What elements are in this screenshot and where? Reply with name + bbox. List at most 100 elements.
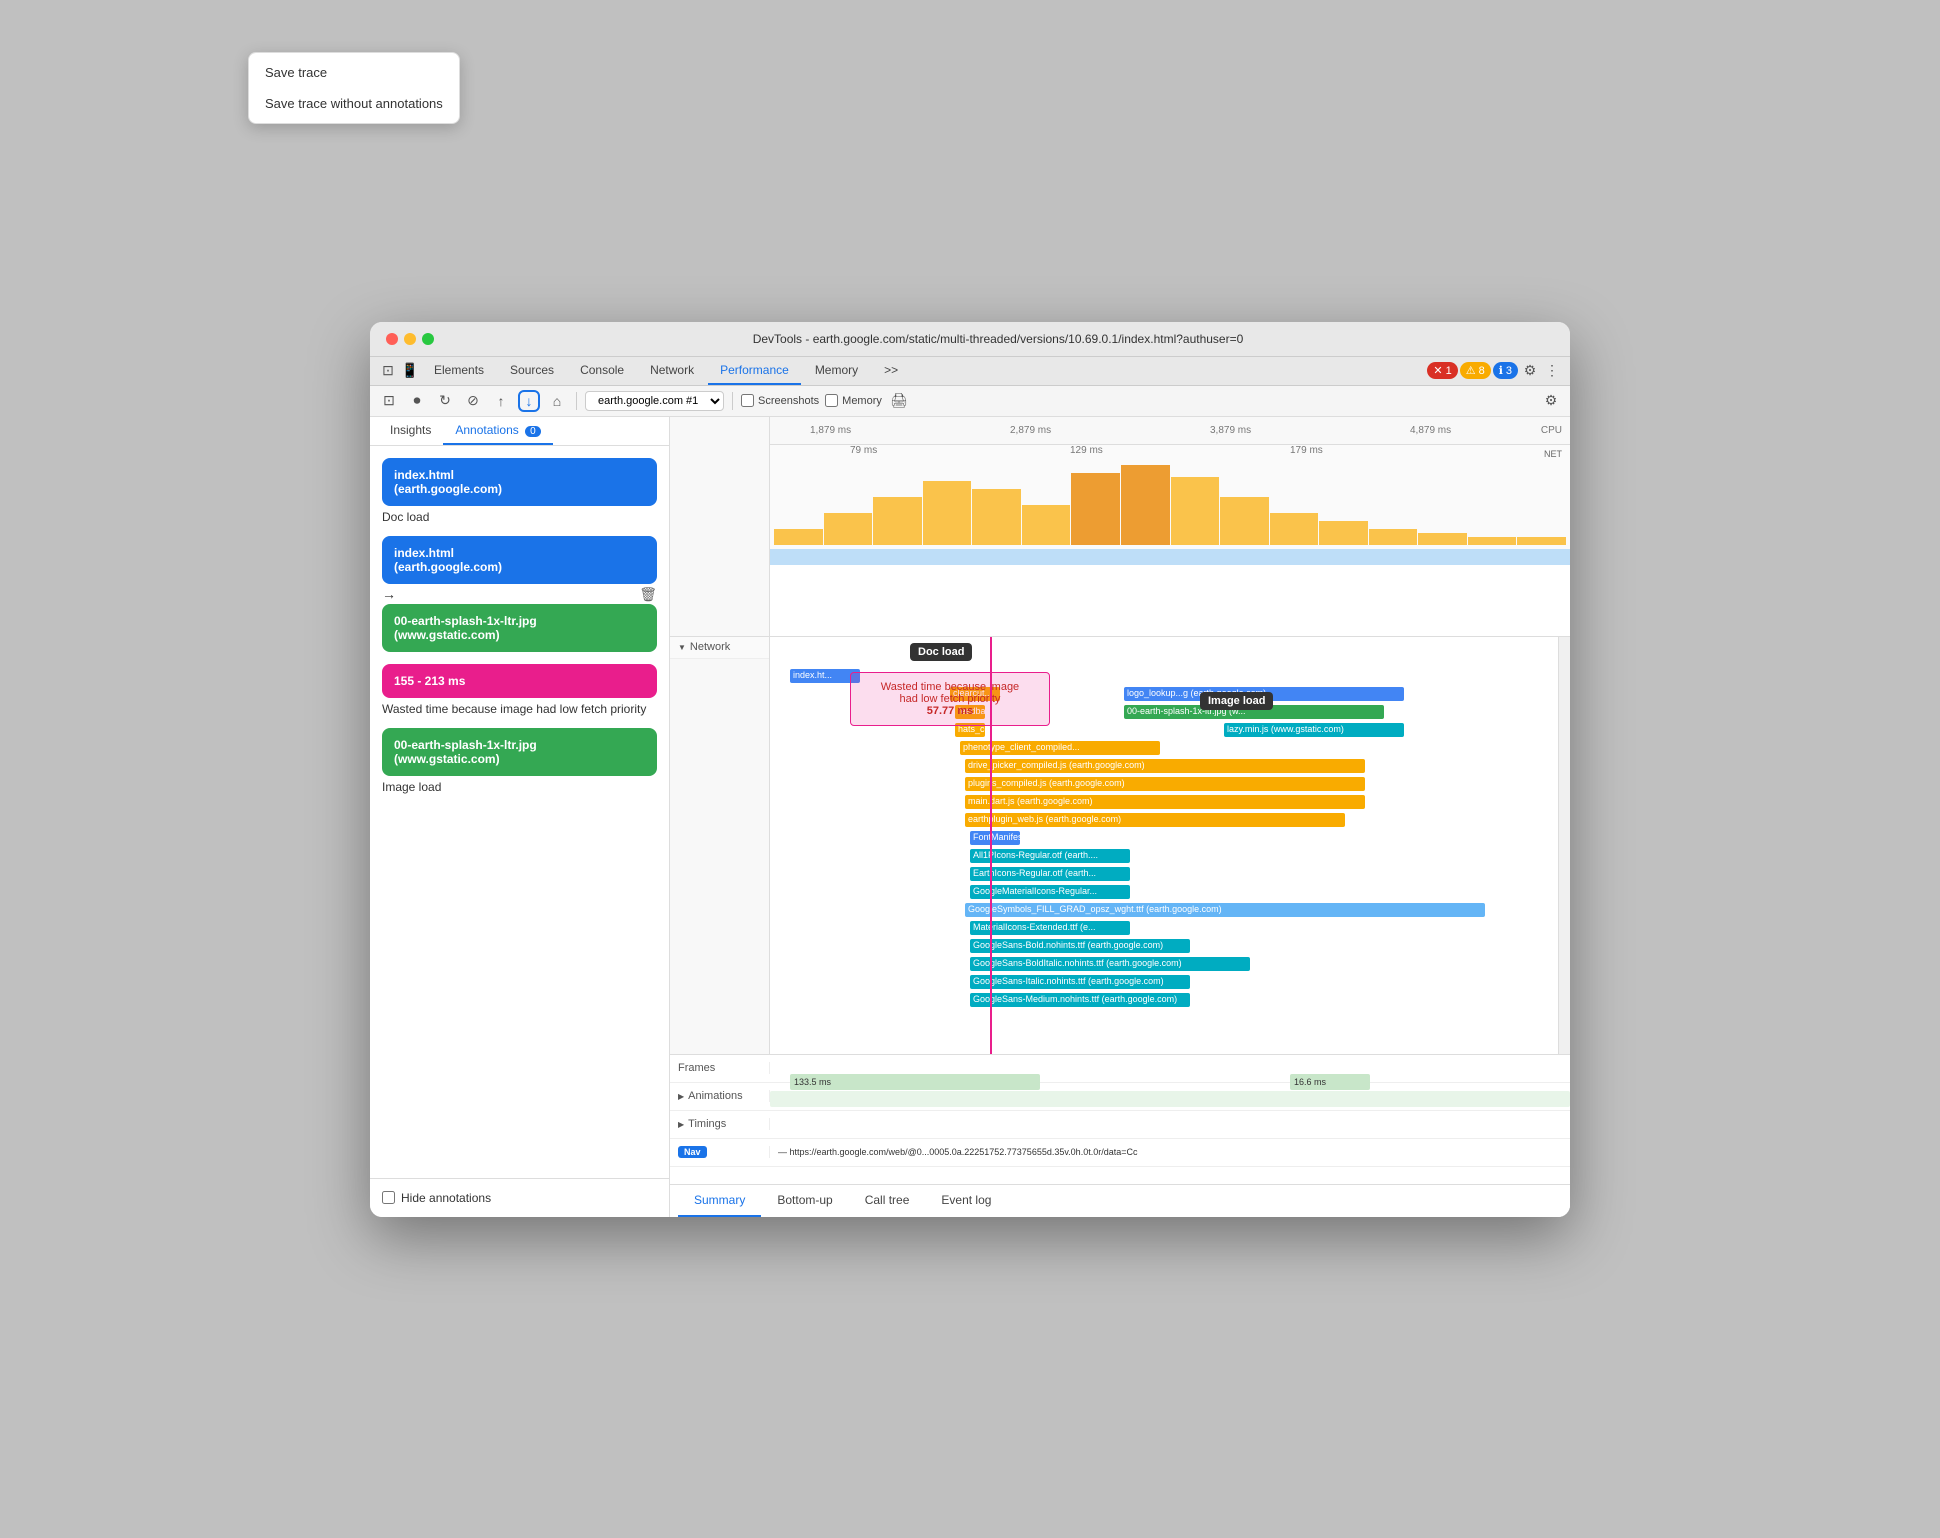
- anim-triangle: ▶: [678, 1092, 684, 1101]
- timings-triangle: ▶: [678, 1120, 684, 1129]
- more-settings-icon[interactable]: 🖨: [888, 390, 910, 412]
- window-title: DevTools - earth.google.com/static/multi…: [442, 332, 1554, 346]
- timeline-left-header: [670, 417, 770, 636]
- tab-sources[interactable]: Sources: [498, 357, 566, 385]
- timings-label: ▶ Timings: [670, 1118, 770, 1130]
- info-badge: ℹ3: [1493, 362, 1518, 379]
- time-label-2: 129 ms: [1070, 445, 1103, 456]
- anno-card-pink[interactable]: 155 - 213 ms: [382, 664, 657, 698]
- devtools-window: DevTools - earth.google.com/static/multi…: [370, 322, 1570, 1217]
- tab-console[interactable]: Console: [568, 357, 636, 385]
- tab-bottom-up[interactable]: Bottom-up: [761, 1185, 848, 1217]
- profile-select[interactable]: earth.google.com #1: [585, 391, 724, 411]
- home-button[interactable]: ⌂: [546, 390, 568, 412]
- net-band: [770, 549, 1570, 565]
- network-labels: ▼ Network: [670, 637, 770, 1054]
- settings-icon[interactable]: ⚙: [1520, 361, 1540, 381]
- tab-insights[interactable]: Insights: [378, 417, 443, 445]
- table-row: All1PIcons-Regular.otf (earth....: [770, 847, 1558, 865]
- anno-section-image-load: Image load: [382, 780, 657, 794]
- net-bar-googlefonts-bolditalic: GoogleSans-BoldItalic.nohints.ttf (earth…: [970, 957, 1250, 971]
- timeline-ruler: 1,879 ms 2,879 ms 3,879 ms 4,879 ms 5,8 …: [770, 417, 1570, 445]
- anno-card-green-2[interactable]: 00-earth-splash-1x-ltr.jpg(www.gstatic.c…: [382, 728, 657, 776]
- anno-arrow: → 🗑: [382, 586, 657, 602]
- net-bar-googlesymbols: GoogleSymbols_FILL_GRAD_opsz_wght.ttf (e…: [965, 903, 1485, 917]
- annotations-list: index.html(earth.google.com) Doc load in…: [370, 446, 669, 1178]
- upload-button[interactable]: ↑: [490, 390, 512, 412]
- clear-button[interactable]: ⊘: [462, 390, 484, 412]
- anno-card-blue-1[interactable]: index.html(earth.google.com): [382, 458, 657, 506]
- table-row: phenotype_client_compiled...: [770, 739, 1558, 757]
- tab-memory[interactable]: Memory: [803, 357, 870, 385]
- tab-network[interactable]: Network: [638, 357, 706, 385]
- device-icon[interactable]: 📱: [400, 361, 420, 381]
- frames-bar-1: 133.5 ms: [790, 1074, 1040, 1090]
- table-row: main.dart.js (earth.google.com): [770, 793, 1558, 811]
- anno-card-blue-2[interactable]: index.html(earth.google.com): [382, 536, 657, 584]
- tab-performance[interactable]: Performance: [708, 357, 801, 385]
- gear-icon[interactable]: ⚙: [1540, 390, 1562, 412]
- scrollbar[interactable]: [1558, 637, 1570, 1054]
- inspect-icon[interactable]: ⊡: [378, 361, 398, 381]
- tab-elements[interactable]: Elements: [422, 357, 496, 385]
- reload-button[interactable]: ↻: [434, 390, 456, 412]
- separator2: [732, 392, 733, 410]
- tab-annotations[interactable]: Annotations 0: [443, 417, 552, 445]
- nav-row: Nav — https://earth.google.com/web/@0...…: [670, 1139, 1570, 1167]
- download-button[interactable]: ↓: [518, 390, 540, 412]
- delete-annotation-icon[interactable]: 🗑: [639, 586, 657, 603]
- net-label: NET: [1544, 449, 1562, 459]
- annotation-item-2: index.html(earth.google.com) → 🗑 00-eart…: [382, 536, 657, 652]
- net-bar-maindart: main.dart.js (earth.google.com): [965, 795, 1365, 809]
- animations-content: [770, 1091, 1570, 1107]
- table-row: GoogleSans-Bold.nohints.ttf (earth.googl…: [770, 937, 1558, 955]
- minimize-button[interactable]: [404, 333, 416, 345]
- left-panel: Insights Annotations 0 index.html(earth.…: [370, 417, 670, 1217]
- table-row: GoogleSans-Medium.nohints.ttf (earth.goo…: [770, 991, 1558, 1009]
- triangle-icon: ▼: [678, 643, 686, 652]
- record-button[interactable]: ⊡: [378, 390, 400, 412]
- bottom-tracks: Frames 133.5 ms 16.6 ms: [670, 1054, 1570, 1184]
- time-label-1: 79 ms: [850, 445, 877, 456]
- net-bar-googlefonts-medium: GoogleSans-Medium.nohints.ttf (earth.goo…: [970, 993, 1190, 1007]
- tab-summary[interactable]: Summary: [678, 1185, 761, 1217]
- ruler-mark-4: 4,879 ms: [1410, 425, 1451, 436]
- tab-call-tree[interactable]: Call tree: [849, 1185, 926, 1217]
- ruler-mark-1: 1,879 ms: [810, 425, 851, 436]
- record-circle-button[interactable]: ⏺: [406, 390, 428, 412]
- nav-label: Nav: [670, 1146, 770, 1158]
- tab-event-log[interactable]: Event log: [925, 1185, 1007, 1217]
- separator1: [576, 392, 577, 410]
- traffic-lights: [386, 333, 434, 345]
- net-bar-materialicons: MaterialIcons-Extended.ttf (e...: [970, 921, 1130, 935]
- cpu-label: CPU: [1541, 425, 1562, 436]
- anno-description: Wasted time because image had low fetch …: [382, 702, 657, 716]
- net-bar-googlematerial: GoogleMaterialIcons-Regular...: [970, 885, 1130, 899]
- table-row: drive_picker_compiled.js (earth.google.c…: [770, 757, 1558, 775]
- table-row: MaterialIcons-Extended.ttf (e...: [770, 919, 1558, 937]
- nav-pill: Nav: [678, 1146, 707, 1158]
- annotation-item-4: 00-earth-splash-1x-ltr.jpg(www.gstatic.c…: [382, 728, 657, 794]
- more-icon[interactable]: ⋮: [1542, 361, 1562, 381]
- time-label-3: 179 ms: [1290, 445, 1323, 456]
- sub-tab-bar: Insights Annotations 0: [370, 417, 669, 446]
- doc-load-tooltip: Doc load: [910, 643, 972, 661]
- network-section: ▼ Network Doc load Image load: [670, 637, 1570, 1054]
- anno-card-green-1[interactable]: 00-earth-splash-1x-ltr.jpg(www.gstatic.c…: [382, 604, 657, 652]
- titlebar: DevTools - earth.google.com/static/multi…: [370, 322, 1570, 357]
- net-bar-plugins: plugins_compiled.js (earth.google.com): [965, 777, 1365, 791]
- screenshots-checkbox-label[interactable]: Screenshots: [741, 394, 819, 407]
- wasted-time-annotation: Wasted time because image had low fetch …: [850, 672, 1050, 726]
- cpu-net-area: NET: [770, 445, 1570, 565]
- maximize-button[interactable]: [422, 333, 434, 345]
- memory-checkbox-label[interactable]: Memory: [825, 394, 882, 407]
- hide-annotations-checkbox[interactable]: [382, 1191, 395, 1204]
- pink-marker-line: [990, 637, 992, 1054]
- screenshots-checkbox[interactable]: [741, 394, 754, 407]
- frames-label: Frames: [670, 1062, 770, 1074]
- network-bars-area[interactable]: Doc load Image load index.ht...: [770, 637, 1558, 1054]
- net-bar-all1picons: All1PIcons-Regular.otf (earth....: [970, 849, 1130, 863]
- close-button[interactable]: [386, 333, 398, 345]
- tab-more[interactable]: >>: [872, 357, 910, 385]
- memory-checkbox[interactable]: [825, 394, 838, 407]
